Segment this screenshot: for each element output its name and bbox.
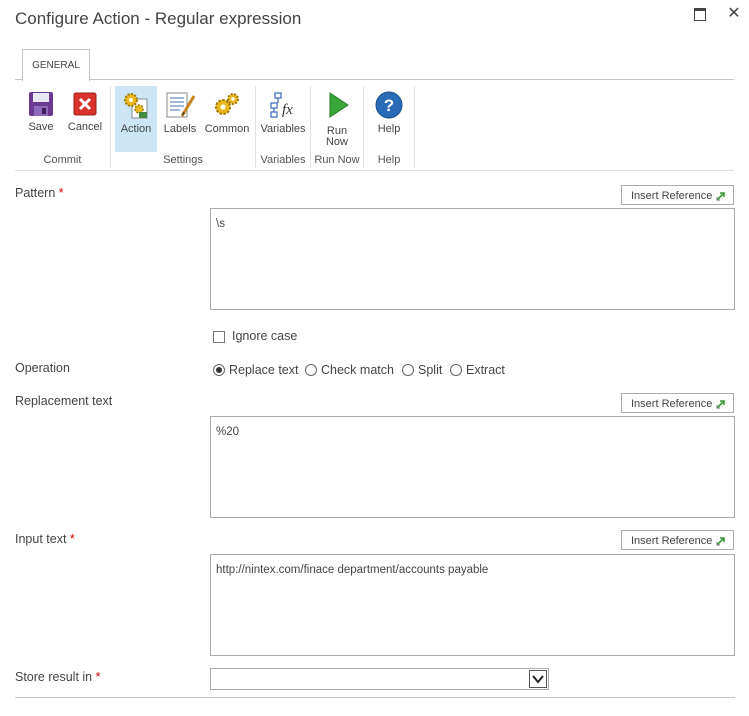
group-run-now: Run Now: [314, 154, 360, 166]
required-marker: *: [95, 670, 101, 684]
required-marker: *: [69, 532, 75, 546]
ignore-case-checkbox[interactable]: [213, 331, 225, 343]
close-icon[interactable]: ✕: [726, 5, 742, 23]
chevron-down-icon[interactable]: [529, 670, 547, 688]
operation-radio-replace-text[interactable]: [213, 364, 225, 376]
operation-option-replace-text: Replace text: [229, 363, 299, 377]
tab-general[interactable]: GENERAL: [22, 49, 90, 82]
group-help: Help: [377, 154, 401, 166]
common-gears-icon: [215, 93, 239, 115]
replacement-insert-reference-button[interactable]: Insert Reference: [621, 393, 734, 413]
dialog-title: Configure Action - Regular expression: [15, 9, 302, 28]
store-result-select[interactable]: [210, 668, 549, 690]
svg-text:fx: fx: [282, 102, 293, 118]
common-button[interactable]: Common: [203, 86, 251, 148]
save-label: Save: [28, 121, 54, 133]
pattern-textarea[interactable]: \s: [210, 208, 735, 310]
help-button[interactable]: ? Help: [369, 86, 409, 148]
replacement-text-label: Replacement text: [15, 394, 113, 408]
run-now-label-line2: Now: [325, 136, 348, 148]
operation-option-check-match: Check match: [321, 363, 394, 377]
run-now-button[interactable]: Run Now: [317, 86, 357, 148]
bottom-divider: [15, 697, 735, 698]
group-variables: Variables: [260, 154, 306, 166]
labels-icon: [166, 92, 196, 118]
store-result-label: Store result in *: [15, 670, 101, 684]
save-button[interactable]: Save: [22, 86, 60, 148]
insert-reference-arrow-icon: [716, 537, 725, 546]
operation-option-split: Split: [418, 363, 443, 377]
pattern-insert-reference-button[interactable]: Insert Reference: [621, 185, 734, 205]
action-label: Action: [120, 123, 152, 135]
insert-reference-arrow-icon: [716, 400, 725, 409]
help-label: Help: [377, 123, 401, 135]
required-marker: *: [58, 186, 64, 200]
variables-button[interactable]: fx Variables: [259, 86, 307, 148]
pattern-label: Pattern *: [15, 186, 64, 200]
labels-button[interactable]: Labels: [160, 86, 200, 148]
operation-radio-extract[interactable]: [450, 364, 462, 376]
cancel-button[interactable]: Cancel: [64, 86, 106, 148]
replacement-text-textarea[interactable]: %20: [210, 416, 735, 518]
svg-text:?: ?: [384, 96, 394, 115]
action-button[interactable]: Action: [115, 86, 157, 152]
play-icon: [329, 92, 349, 118]
variables-fx-icon: fx: [270, 92, 293, 118]
input-text-textarea[interactable]: http://nintex.com/finace department/acco…: [210, 554, 735, 656]
variables-label: Variables: [260, 123, 306, 135]
ignore-case-label: Ignore case: [232, 329, 298, 343]
group-settings: Settings: [163, 154, 203, 166]
ribbon-separator: [414, 86, 415, 168]
labels-label: Labels: [163, 123, 197, 135]
operation-radio-check-match[interactable]: [305, 364, 317, 376]
insert-reference-arrow-icon: [716, 192, 725, 201]
cancel-label: Cancel: [67, 121, 103, 133]
operation-radio-split[interactable]: [402, 364, 414, 376]
maximize-icon[interactable]: [692, 5, 708, 23]
group-commit: Commit: [43, 154, 82, 166]
input-text-label: Input text *: [15, 532, 75, 546]
cancel-icon: [73, 92, 97, 116]
operation-label: Operation: [15, 361, 70, 375]
operation-option-extract: Extract: [466, 363, 505, 377]
common-label: Common: [204, 123, 250, 135]
help-icon: ?: [375, 91, 403, 119]
action-gears-icon: [124, 93, 148, 119]
save-icon: [29, 92, 53, 116]
input-insert-reference-button[interactable]: Insert Reference: [621, 530, 734, 550]
